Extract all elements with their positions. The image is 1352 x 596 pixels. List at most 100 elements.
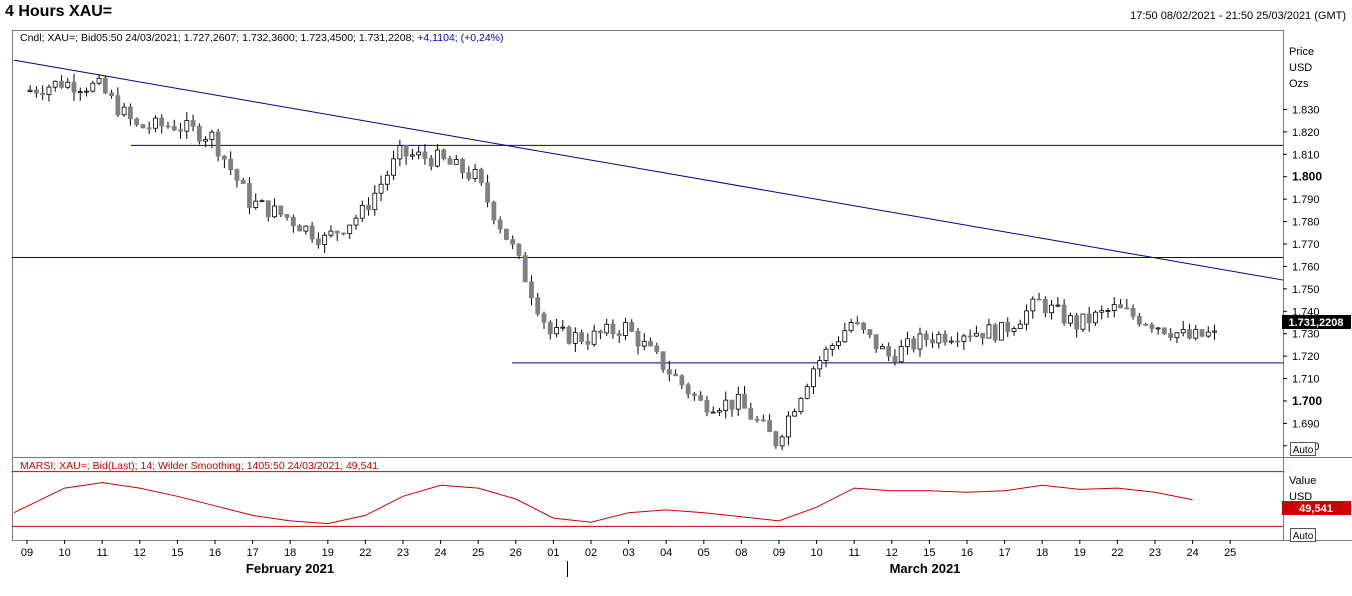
candle-body bbox=[1118, 304, 1123, 309]
candle-body bbox=[911, 338, 917, 350]
price-auto-button[interactable]: Auto bbox=[1290, 442, 1316, 457]
x-tick-label: 24 bbox=[1186, 547, 1198, 559]
candle-body bbox=[854, 322, 860, 324]
candle-body bbox=[353, 217, 359, 226]
candle-body bbox=[861, 322, 866, 330]
candle-body bbox=[892, 355, 898, 363]
x-tick-label: 17 bbox=[246, 547, 258, 559]
candle-body bbox=[391, 158, 397, 176]
candle-body bbox=[547, 321, 553, 335]
candle-body bbox=[1068, 315, 1073, 324]
y-tick-label: 1.830 bbox=[1292, 104, 1320, 116]
candle-body bbox=[416, 151, 422, 156]
candle-body bbox=[535, 297, 541, 315]
price-y-axis: 1.6801.6901.7001.7101.7201.7301.7401.750… bbox=[1283, 104, 1322, 453]
candle-body bbox=[510, 239, 516, 245]
candle-body bbox=[428, 157, 434, 167]
x-tick-label: 18 bbox=[284, 547, 296, 559]
candle-body bbox=[992, 324, 998, 341]
candle-body bbox=[1017, 323, 1023, 329]
candle-body bbox=[779, 436, 785, 447]
candle-body bbox=[685, 384, 691, 395]
candle-body bbox=[127, 106, 133, 120]
y-tick-label: 1.690 bbox=[1292, 418, 1320, 430]
candle-body bbox=[560, 326, 566, 329]
candles bbox=[27, 73, 1217, 451]
candle-body bbox=[1061, 304, 1067, 324]
candle-body bbox=[836, 341, 841, 346]
candle-body bbox=[234, 169, 240, 181]
candle-body bbox=[1168, 333, 1174, 338]
candle-body bbox=[466, 172, 472, 179]
price-legend: Cndl; XAU=; Bid05:50 24/03/2021; 1.727,2… bbox=[20, 32, 504, 44]
candle-body bbox=[585, 341, 591, 345]
candle-body bbox=[986, 324, 992, 339]
candle-body bbox=[1111, 304, 1117, 311]
candle-body bbox=[760, 419, 766, 422]
y-tick-label: 1.800 bbox=[1292, 170, 1322, 184]
x-tick-label: 17 bbox=[998, 547, 1010, 559]
x-tick-label: 02 bbox=[585, 547, 597, 559]
x-tick-label: 03 bbox=[622, 547, 634, 559]
candle-body bbox=[648, 341, 653, 347]
candle-body bbox=[240, 179, 246, 184]
x-tick-label: 25 bbox=[472, 547, 484, 559]
candle-body bbox=[1193, 329, 1199, 339]
x-tick-label: 08 bbox=[735, 547, 747, 559]
x-tick-label: 04 bbox=[660, 547, 672, 559]
candle-body bbox=[811, 368, 816, 387]
candle-body bbox=[660, 351, 666, 371]
candle-body bbox=[566, 326, 572, 344]
y-tick-label: 1.710 bbox=[1292, 374, 1320, 386]
candle-body bbox=[378, 183, 384, 194]
y-tick-label: 1.790 bbox=[1292, 194, 1320, 206]
candle-body bbox=[1174, 332, 1180, 338]
candle-body bbox=[297, 225, 303, 232]
candle-body bbox=[40, 92, 46, 96]
candle-body bbox=[923, 333, 929, 341]
candle-body bbox=[1105, 310, 1111, 312]
x-tick-label: 09 bbox=[21, 547, 33, 559]
candle-body bbox=[397, 145, 403, 160]
candle-body bbox=[748, 407, 754, 420]
x-tick-label: 11 bbox=[848, 547, 859, 559]
candle-body bbox=[215, 131, 221, 157]
candle-body bbox=[196, 125, 202, 142]
candle-body bbox=[46, 86, 52, 96]
chart-canvas[interactable]: Cndl; XAU=; Bid05:50 24/03/2021; 1.727,2… bbox=[0, 0, 1352, 596]
candle-body bbox=[1024, 310, 1029, 325]
horizontal-lines bbox=[12, 144, 1283, 364]
candle-body bbox=[503, 228, 509, 240]
y-tick-label: 1.770 bbox=[1292, 239, 1320, 251]
candle-body bbox=[497, 219, 503, 230]
candle-body bbox=[1124, 307, 1130, 310]
candle-body bbox=[115, 95, 121, 116]
x-tick-label: 18 bbox=[1036, 547, 1048, 559]
candle-body bbox=[403, 145, 409, 157]
candle-body bbox=[804, 386, 810, 399]
candle-body bbox=[184, 120, 190, 132]
candle-body bbox=[704, 399, 710, 413]
candle-body bbox=[673, 373, 678, 377]
y-tick-label: 1.820 bbox=[1292, 127, 1320, 139]
candle-body bbox=[1155, 327, 1161, 330]
candle-body bbox=[1049, 304, 1054, 314]
x-axis: 09 10 11 12 15 16 17 18 19 22 23 24 25 26 01 02 03 04 05 08… bbox=[21, 540, 1236, 577]
candle-body bbox=[529, 281, 534, 299]
candle-body bbox=[422, 151, 428, 159]
candle-body bbox=[641, 341, 647, 347]
candle-body bbox=[1205, 331, 1211, 337]
rsi-line bbox=[13, 482, 1193, 525]
rsi-auto-button[interactable]: Auto bbox=[1290, 528, 1316, 543]
candle-body bbox=[554, 327, 559, 335]
x-tick-label: 10 bbox=[58, 547, 70, 559]
candle-body bbox=[315, 238, 321, 245]
candle-body bbox=[742, 393, 747, 409]
x-tick-label: 05 bbox=[698, 547, 710, 559]
candle-body bbox=[948, 340, 954, 343]
candle-body bbox=[867, 329, 873, 336]
y-tick-label: 1.750 bbox=[1292, 284, 1320, 296]
candle-body bbox=[165, 125, 171, 128]
price-axis-title-2: USD bbox=[1289, 62, 1312, 74]
candle-body bbox=[290, 216, 296, 227]
